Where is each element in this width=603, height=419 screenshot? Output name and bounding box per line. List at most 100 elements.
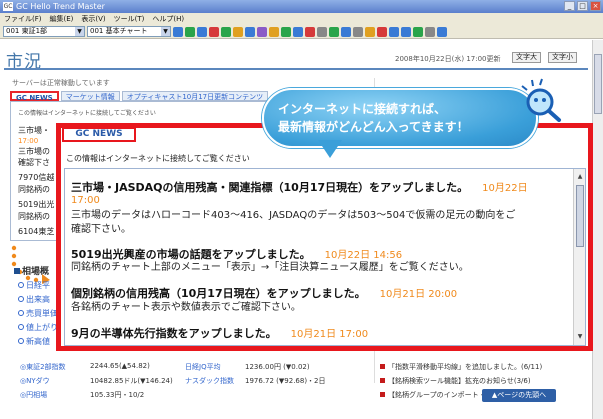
settings-icon[interactable] [425,26,435,37]
market-overview-label: 相場概 [22,267,50,277]
close-button[interactable]: × [590,1,601,11]
market-row-label[interactable]: ◎NYダウ [20,376,90,386]
back-icon[interactable] [389,26,399,37]
title-underline [4,68,588,70]
grid-icon[interactable] [185,26,195,37]
radio-icon [18,296,24,302]
news-body-line: 同銘柄のチャート上部のメニュー「表示」→「注目決算ニュース履歴」をご覧ください。 [71,262,469,273]
bg-news-line: 7970信越 [18,173,55,182]
market-overview-heading: 相場概 [14,264,49,277]
news-list-item[interactable]: 【銘柄グループのインポート・ [380,390,486,400]
chart-icon[interactable] [197,26,207,37]
tool-icon[interactable] [257,26,267,37]
monthly-icon[interactable] [233,26,243,37]
scroll-down-icon[interactable]: ▼ [575,332,585,342]
radio-icon [18,338,24,344]
menu-tools[interactable]: ツール(T) [114,13,145,25]
bullet-square-icon [380,378,385,383]
bg-news-note: この情報はインターネットに接続してご覧ください [18,110,156,117]
tab-gc-news[interactable]: GC NEWS [10,91,59,102]
print-icon[interactable] [317,26,327,37]
help-icon[interactable] [437,26,447,37]
tab-market-info[interactable]: マーケット情報 [60,91,120,101]
chevron-down-icon: ▼ [161,27,170,36]
news-list-text: 【銘柄検索ツール機能】拡充のお知らせ(3/6) [388,377,531,385]
globe-icon[interactable] [281,26,291,37]
overview-link[interactable]: 日経平 [18,280,50,291]
weekly-icon[interactable] [221,26,231,37]
overview-link-label: 売買単価 [26,309,58,318]
search-icon[interactable] [341,26,351,37]
news-date: 10月22日 14:56 [324,250,403,261]
overview-link[interactable]: 新高値 [18,336,50,347]
news-headline[interactable]: 個別銘柄の信用残高（10月17日現在）をアップしました。 10月21日 20:00 [71,285,457,301]
refresh-icon[interactable] [329,26,339,37]
app-icon: GC [3,2,13,11]
overview-link[interactable]: 売買単価 [18,308,58,319]
bg-news-line: 同銘柄の [18,185,50,194]
toolbar: 001 東証1部 ▼ 001 基本チャート ▼ [0,25,603,39]
news-headline[interactable]: 三市場・JASDAQの信用残高・関連指標（10月17日現在）をアップしました。 1… [71,179,528,195]
forward-icon[interactable] [401,26,411,37]
update-timestamp: 2008年10月22日(水) 17:00更新 [395,55,501,63]
bell-icon[interactable] [365,26,375,37]
page-scrollbar[interactable] [592,40,603,419]
news-date: 10月21日 20:00 [379,289,458,300]
daily-icon[interactable] [209,26,219,37]
overview-link[interactable]: 値上がり [18,322,58,333]
maximize-button[interactable]: □ [577,1,588,11]
news-date: 10月21日 17:00 [290,329,369,340]
news-headline[interactable]: 9月の半導体先行指数をアップしました。 10月21日 17:00 [71,325,368,341]
font-large-button[interactable]: 文字大 [512,52,541,63]
news-list-item[interactable]: 【銘柄検索ツール機能】拡充のお知らせ(3/6) [380,376,531,386]
radio-icon [18,324,24,330]
news-list-item[interactable]: 「指数平滑移動平均線」を追加しました。(6/11) [380,362,542,372]
menu-file[interactable]: ファイル(F) [4,13,42,25]
menu-edit[interactable]: 編集(E) [50,13,74,25]
scrollbar-thumb[interactable] [594,54,602,114]
market-row: ◎NYダウ 10482.85ドル(▼146.24) ナスダック指数 1976.7… [20,376,340,386]
info-icon[interactable] [293,26,303,37]
minimize-button[interactable]: _ [564,1,575,11]
bubble-line: インターネットに接続すれば、 [278,102,447,116]
popup-scrollbar[interactable]: ▲ ▼ [573,169,585,345]
page-top-button[interactable]: ▲ページの先頭へ [482,389,556,402]
chart-select[interactable]: 001 基本チャート ▼ [87,26,171,37]
popup-tab-gc-news[interactable]: GC NEWS [62,127,136,142]
market-row-label[interactable]: ◎円相場 [20,390,90,400]
bubble-text: インターネットに接続すれば、 最新情報がどんどん入ってきます！ [278,100,528,136]
chart-icon[interactable] [173,26,183,37]
news-body-line: 三市場のデータはハローコード403～416、JASDAQのデータは503～504… [71,210,516,221]
server-status: サーバーは正常稼動しています [12,79,110,87]
window-title: GC Hello Trend Master [16,2,105,11]
market-row-label[interactable]: ナスダック指数 [185,376,245,386]
menu-view[interactable]: 表示(V) [81,13,105,25]
market-select[interactable]: 001 東証1部 ▼ [3,26,85,37]
list-icon[interactable] [245,26,255,37]
popup-note: この情報はインターネットに接続してご覧ください [66,154,250,163]
overview-link[interactable]: 出来高 [18,294,50,305]
menu-help[interactable]: ヘルプ(H) [152,13,184,25]
bg-news-line: 同銘柄の [18,212,50,221]
market-row-label[interactable]: 日経JQ平均 [185,362,245,372]
bullet-square-icon [14,268,20,274]
market-row-label[interactable]: ◎東証2部指数 [20,362,90,372]
stop-icon[interactable] [377,26,387,37]
news-date: 10月22日 [482,183,528,194]
news-headline[interactable]: 5019出光興産の市場の話題をアップしました。 10月22日 14:56 [71,246,402,262]
market-row-value: 1236.00円 (▼0.02) [245,363,310,371]
speech-bubble-tail [318,140,342,158]
clock-icon[interactable] [353,26,363,37]
scroll-up-icon[interactable]: ▲ [575,172,585,182]
star-icon[interactable] [269,26,279,37]
home-icon[interactable] [413,26,423,37]
market-row: ◎円相場 105.33円・10/2 [20,390,185,400]
news-icon[interactable] [305,26,315,37]
news-list-text: 【銘柄グループのインポート・ [388,391,486,399]
news-headline-text: 9月の半導体先行指数をアップしました。 [71,327,277,340]
scrollbar-thumb[interactable] [576,185,584,247]
tab-opticast[interactable]: オプティキャスト10月17日更新コンテンツ [121,91,269,101]
font-small-button[interactable]: 文字小 [548,52,577,63]
bg-news-line: 5019出光 [18,200,55,209]
market-row-value: 1976.72 (▼92.68)・2日 [245,377,326,385]
